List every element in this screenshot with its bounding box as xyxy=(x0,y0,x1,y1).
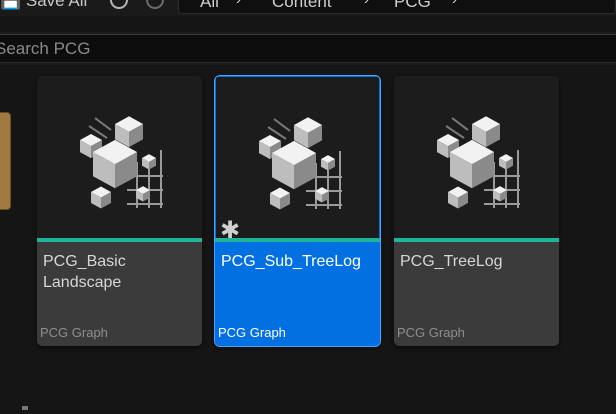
asset-type-label: PCG Graph xyxy=(397,325,465,340)
breadcrumb-item-all[interactable]: All xyxy=(200,0,219,12)
history-back-icon[interactable] xyxy=(110,0,128,9)
content-browser: 💾 Save All All › Content › PCG › Search … xyxy=(0,0,616,414)
asset-thumbnail: ✱ xyxy=(216,77,379,243)
asset-thumbnail xyxy=(394,76,559,238)
folder-tile-partial[interactable] xyxy=(0,112,11,210)
asset-thumbnail xyxy=(37,76,202,238)
asset-type-stripe xyxy=(215,238,380,242)
asset-name: PCG_Basic Landscape xyxy=(43,253,126,291)
asset-tile[interactable]: PCG_TreeLog PCG Graph xyxy=(394,76,559,346)
scroll-indicator xyxy=(22,406,28,410)
asset-type-label: PCG Graph xyxy=(40,325,108,340)
chevron-right-icon[interactable]: › xyxy=(364,0,369,8)
asset-tile[interactable]: PCG_Basic Landscape PCG Graph xyxy=(37,76,202,346)
search-row: Search PCG xyxy=(0,32,616,65)
asset-name: PCG_TreeLog xyxy=(400,253,503,270)
breadcrumb-item-pcg[interactable]: PCG xyxy=(394,0,431,12)
asset-tile-selected[interactable]: ✱ PCG_Sub_TreeLog PCG Graph xyxy=(214,75,381,347)
chevron-right-icon[interactable]: › xyxy=(452,0,457,8)
breadcrumb-item-content[interactable]: Content xyxy=(272,0,332,12)
save-all-label: Save All xyxy=(25,0,88,10)
asset-name: PCG_Sub_TreeLog xyxy=(221,253,361,270)
pcg-graph-cubes-icon xyxy=(80,116,163,209)
asset-type-label: PCG Graph xyxy=(218,325,286,340)
asset-type-stripe xyxy=(37,238,202,242)
search-input[interactable]: Search PCG xyxy=(0,34,616,63)
chevron-right-icon[interactable]: › xyxy=(236,0,241,8)
toolbar: 💾 Save All All › Content › PCG › xyxy=(0,0,616,16)
history-forward-icon[interactable] xyxy=(146,0,164,9)
pcg-graph-cubes-icon xyxy=(259,117,342,210)
save-all-button[interactable]: 💾 Save All xyxy=(0,0,87,11)
asset-type-stripe xyxy=(394,238,559,242)
pcg-graph-cubes-icon xyxy=(437,116,520,209)
